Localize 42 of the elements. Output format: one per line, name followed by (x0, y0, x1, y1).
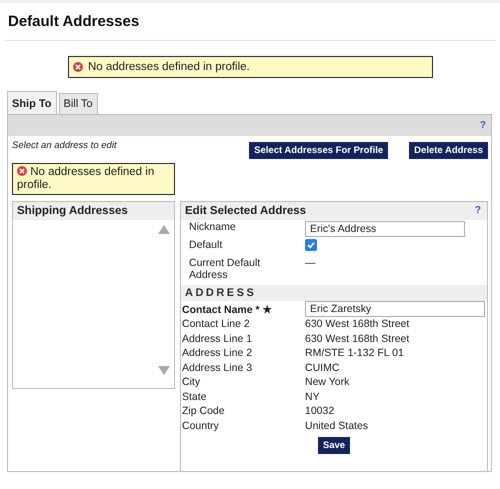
field-label: Zip Code (182, 405, 226, 418)
field-value: 10032 (305, 405, 336, 418)
field-label: Nickname (189, 221, 237, 233)
field-label: Current Default Address (189, 257, 262, 281)
action-button[interactable]: Select Addresses For Profile (249, 142, 388, 159)
help-link[interactable]: ? (474, 205, 481, 217)
panel-title: Shipping Addresses (13, 202, 174, 220)
save-button[interactable]: Save (318, 437, 350, 454)
field-label: Country (182, 420, 220, 432)
field-value: NY (305, 390, 321, 403)
field-value: United States (305, 420, 370, 432)
field-label: Address Line 1 (182, 332, 254, 345)
tab[interactable]: Ship To (7, 91, 57, 114)
tab[interactable]: Bill To (58, 93, 98, 114)
field-value: New York (305, 376, 350, 388)
field-label: Contact Line 2 (182, 318, 251, 330)
field-value: 630 West 168th Street (305, 332, 410, 345)
default-checkbox[interactable] (305, 239, 317, 251)
action-button[interactable]: Delete Address (409, 142, 488, 159)
error-icon (17, 166, 27, 176)
field-label: State (182, 390, 208, 403)
field-label: Address Line 3 (182, 362, 254, 374)
field-label: Address Line 2 (182, 347, 254, 360)
field-value: RM/STE 1-132 FL 01 (305, 347, 405, 360)
instruction-text: Select an address to edit (12, 140, 117, 153)
scroll-down-icon[interactable] (158, 366, 170, 375)
panel-title: Edit Selected Address (185, 205, 306, 217)
page-title: Default Addresses (5, 3, 495, 41)
nickname-field[interactable]: Eric's Address (305, 221, 465, 237)
section-title: ADDRESS (181, 285, 487, 301)
field-value: CUIMC (305, 362, 340, 374)
text-field[interactable]: Eric Zaretsky (305, 301, 485, 317)
field-value: — (305, 257, 316, 269)
field-value: 630 West 168th Street (305, 318, 410, 330)
field-label: Contact Name * ★ (182, 302, 274, 316)
error-text: No addresses defined in profile. (17, 166, 156, 192)
help-link[interactable]: ? (480, 120, 486, 131)
field-label: Default (189, 239, 224, 251)
field-label: City (182, 376, 202, 388)
error-text: No addresses defined in profile. (88, 61, 250, 73)
scroll-up-icon[interactable] (158, 225, 170, 234)
error-icon (73, 62, 83, 72)
